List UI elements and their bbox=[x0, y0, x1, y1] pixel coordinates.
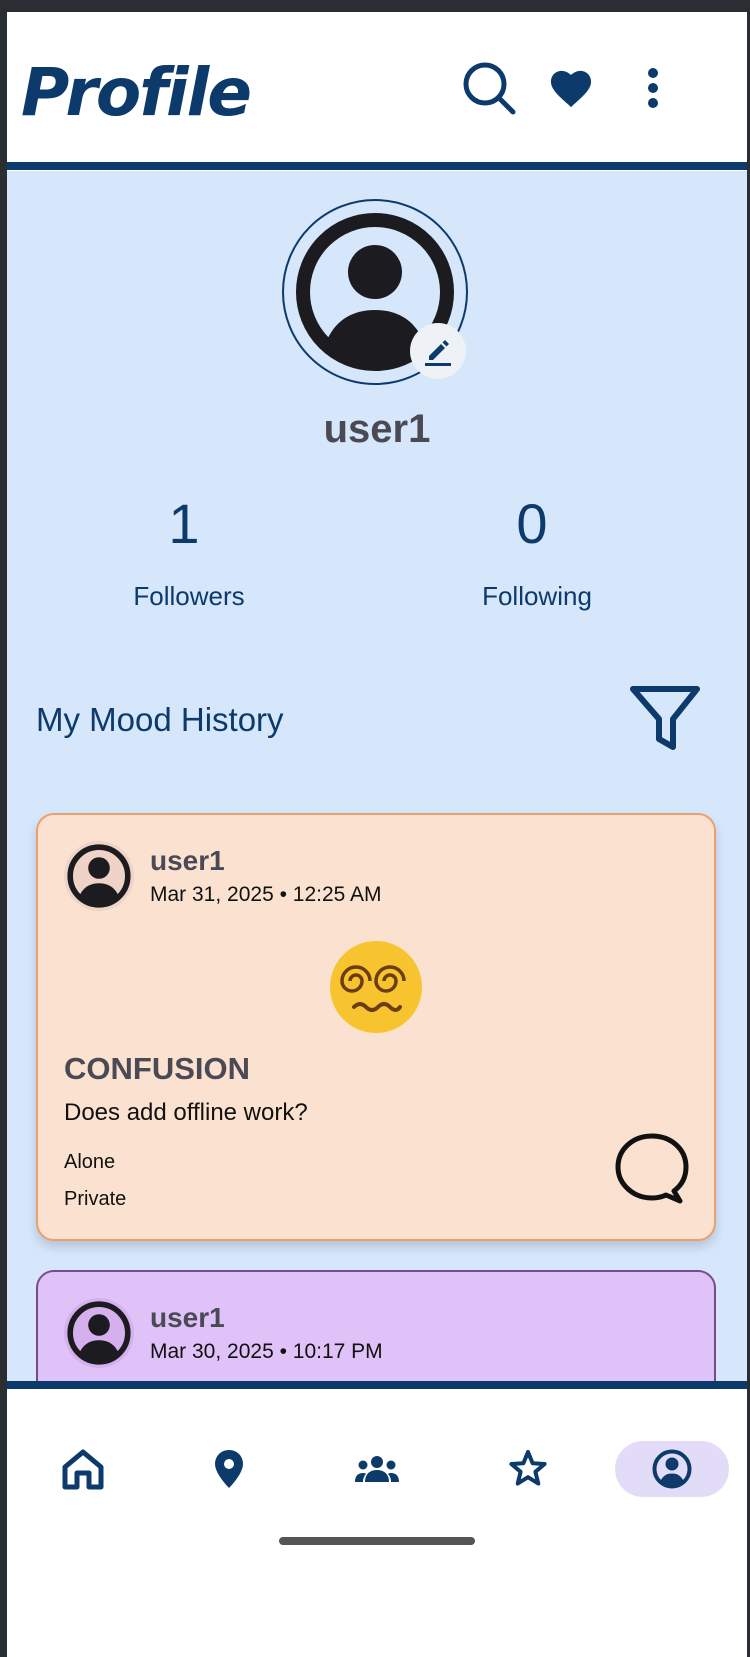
post-visibility: Private bbox=[64, 1188, 127, 1210]
edit-avatar-button[interactable] bbox=[410, 323, 466, 379]
search-icon[interactable] bbox=[459, 58, 519, 118]
gesture-handle bbox=[279, 1537, 475, 1545]
following-label[interactable]: Following bbox=[437, 581, 637, 612]
nav-location-icon[interactable] bbox=[197, 1441, 261, 1497]
section-title: My Mood History bbox=[36, 701, 284, 738]
bottom-navigation bbox=[7, 1389, 747, 1657]
post-timestamp: Mar 31, 2025 • 12:25 AM bbox=[150, 883, 382, 906]
nav-divider bbox=[7, 1381, 747, 1389]
post-timestamp: Mar 30, 2025 • 10:17 PM bbox=[150, 1340, 383, 1363]
social-situation: Alone bbox=[64, 1151, 116, 1173]
post-username: user1 bbox=[150, 845, 225, 876]
filter-icon[interactable] bbox=[627, 683, 703, 755]
nav-profile-icon[interactable] bbox=[615, 1441, 729, 1497]
mood-post-card[interactable]: user1 Mar 31, 2025 • 12:25 AM CONFUSION … bbox=[36, 813, 716, 1241]
nav-community-icon[interactable] bbox=[345, 1441, 409, 1497]
app-screen: Profile user1 1 Followers 0 Following My… bbox=[7, 12, 747, 1657]
profile-username: user1 bbox=[323, 407, 431, 451]
top-app-bar: Profile bbox=[7, 12, 747, 162]
post-username: user1 bbox=[150, 1302, 225, 1333]
post-avatar-icon bbox=[64, 1298, 134, 1368]
profile-content: user1 1 Followers 0 Following My Mood Hi… bbox=[7, 171, 747, 1473]
followers-label[interactable]: Followers bbox=[89, 581, 289, 612]
post-avatar-icon bbox=[64, 841, 134, 911]
pencil-icon bbox=[425, 340, 451, 366]
profile-avatar[interactable] bbox=[282, 199, 468, 385]
nav-home-icon[interactable] bbox=[51, 1441, 115, 1497]
page-title: Profile bbox=[21, 54, 252, 131]
following-count[interactable]: 0 bbox=[432, 491, 632, 556]
more-options-icon[interactable] bbox=[623, 58, 683, 118]
nav-favorites-star-icon[interactable] bbox=[496, 1441, 560, 1497]
mood-label: CONFUSION bbox=[64, 1051, 250, 1086]
favorite-heart-icon[interactable] bbox=[541, 58, 601, 118]
followers-count[interactable]: 1 bbox=[84, 491, 284, 556]
comment-icon[interactable] bbox=[614, 1131, 690, 1207]
post-description: Does add offline work? bbox=[64, 1099, 308, 1126]
dizzy-face-emoji-icon bbox=[328, 939, 424, 1035]
header-divider bbox=[7, 162, 747, 170]
